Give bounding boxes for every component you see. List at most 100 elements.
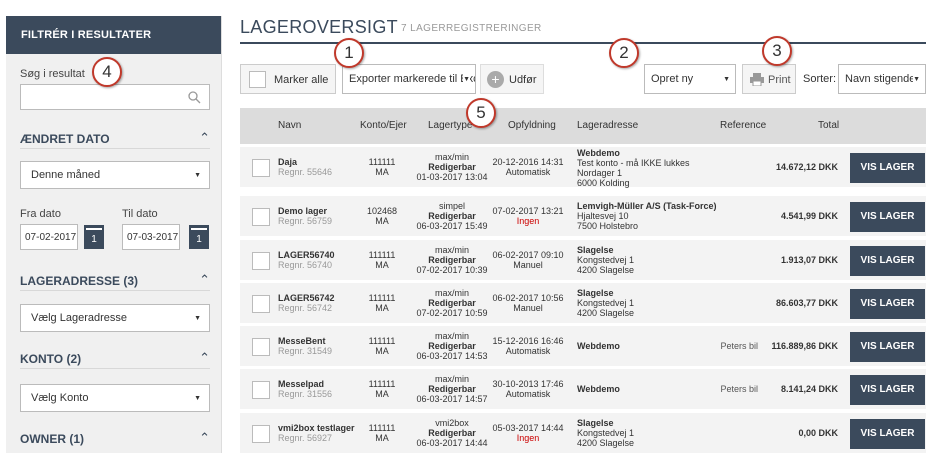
address-cell: Slagelse Kongstedvej 1 4200 Slagelse (577, 418, 717, 448)
address-line: Slagelse (577, 245, 614, 255)
address-cell: Lemvigh-Müller A/S (Task-Force) Hjaltesve… (577, 201, 717, 231)
from-date-input[interactable]: 07-02-2017 (20, 224, 78, 250)
create-new-select[interactable]: Opret ny ▼ (644, 64, 736, 94)
stock-name[interactable]: vmi2box testlager (278, 423, 355, 433)
total-cell: 4.541,99 DKK (780, 211, 838, 221)
address-line: Hjaltesvej 10 (577, 211, 629, 221)
name-cell: Demo lager Regnr. 56759 (278, 206, 332, 226)
caret-down-icon: ▼ (463, 65, 470, 93)
column-header[interactable]: Lageradresse (577, 120, 638, 131)
show-stock-button[interactable]: VIS LAGER (850, 375, 925, 405)
search-label: Søg i resultat (20, 68, 85, 80)
row-checkbox[interactable] (252, 338, 270, 356)
row-checkbox[interactable] (252, 425, 270, 443)
stock-name[interactable]: LAGER56742 (278, 293, 335, 303)
section-address[interactable]: LAGERADRESSE (3) ⌃ (20, 272, 210, 288)
show-stock-button[interactable]: VIS LAGER (850, 289, 925, 319)
reference-cell: Peters bil (720, 341, 758, 351)
address-line: 4200 Slagelse (577, 308, 635, 318)
execute-button[interactable]: + Udfør (480, 64, 544, 94)
column-header[interactable]: Lagertype (428, 120, 472, 131)
address-line: Nordager 1 (577, 168, 623, 178)
name-cell: MesseBent Regnr. 31549 (278, 336, 332, 356)
stock-name[interactable]: Daja (278, 157, 297, 167)
reg-number: Regnr. 56742 (278, 303, 333, 313)
annotation-marker: 2 (609, 38, 639, 68)
account-cell: 111111 MA (368, 250, 396, 270)
address-line: Test konto - må IKKE lukkes (577, 158, 690, 168)
name-cell: Messelpad Regnr. 31556 (278, 379, 332, 399)
type-cell: max/min Redigerbar 06-03-2017 14:53 (416, 331, 488, 361)
column-header[interactable]: Reference (720, 120, 766, 131)
row-checkbox[interactable] (252, 208, 270, 226)
type-cell: simpel Redigerbar 06-03-2017 15:49 (416, 201, 488, 231)
record-count: 7 LAGERREGISTRERINGER (401, 23, 542, 34)
sort-select[interactable]: Navn stigende ▼ (838, 64, 926, 94)
row-checkbox[interactable] (252, 295, 270, 313)
column-header[interactable]: Opfyldning (508, 120, 556, 131)
date-period-select[interactable]: Denne måned ▼ (20, 161, 210, 189)
divider (20, 368, 210, 369)
total-cell: 14.672,12 DKK (775, 162, 838, 172)
show-stock-button[interactable]: VIS LAGER (850, 202, 925, 232)
type-cell: max/min Redigerbar 07-02-2017 10:59 (416, 288, 488, 318)
fill-cell: 05-03-2017 14:44 Ingen (492, 423, 564, 443)
row-checkbox[interactable] (252, 159, 270, 177)
show-stock-button[interactable]: VIS LAGER (850, 153, 925, 183)
address-line: Slagelse (577, 288, 614, 298)
section-owner[interactable]: OWNER (1) ⌃ (20, 430, 210, 446)
table-row: Demo lager Regnr. 56759 102468 MA simpel Redi… (240, 196, 926, 236)
table-row: LAGER56740 Regnr. 56740 111111 MA max/min Red… (240, 240, 926, 280)
stock-name[interactable]: MesseBent (278, 336, 326, 346)
select-all-button[interactable]: Marker alle (240, 64, 336, 94)
table-row: Daja Regnr. 55646 111111 MA max/min Redigerba… (240, 147, 926, 188)
annotation-marker: 3 (762, 36, 792, 66)
stock-name[interactable]: Demo lager (278, 206, 327, 216)
search-icon[interactable] (188, 91, 201, 104)
address-line: Webdemo (577, 341, 620, 351)
annotation-marker: 4 (92, 57, 122, 87)
caret-down-icon: ▼ (913, 65, 920, 93)
chevron-up-icon[interactable]: ⌃ (199, 272, 210, 288)
account-select[interactable]: Vælg Konto ▼ (20, 384, 210, 412)
address-cell: Slagelse Kongstedvej 1 4200 Slagelse (577, 288, 717, 318)
type-cell: vmi2box Redigerbar 06-03-2017 14:44 (416, 418, 488, 448)
chevron-up-icon[interactable]: ⌃ (199, 350, 210, 366)
section-account[interactable]: KONTO (2) ⌃ (20, 350, 210, 366)
column-header[interactable]: Total (818, 120, 839, 131)
table-row: Messelpad Regnr. 31556 111111 MA max/min Redi… (240, 369, 926, 409)
reg-number: Regnr. 31549 (278, 346, 333, 356)
divider (20, 148, 210, 149)
calendar-icon[interactable]: 1 (189, 225, 209, 249)
type-cell: max/min Redigerbar 06-03-2017 14:57 (416, 374, 488, 404)
chevron-up-icon[interactable]: ⌃ (199, 430, 210, 446)
checkbox[interactable] (249, 71, 266, 88)
address-line: 4200 Slagelse (577, 265, 635, 275)
fill-cell: 20-12-2016 14:31 Automatisk (492, 157, 564, 177)
address-select[interactable]: Vælg Lageradresse ▼ (20, 304, 210, 332)
to-date-label: Til dato (122, 208, 158, 220)
stock-name[interactable]: Messelpad (278, 379, 324, 389)
row-checkbox[interactable] (252, 381, 270, 399)
fill-cell: 06-02-2017 09:10 Manuel (492, 250, 564, 270)
calendar-icon[interactable]: 1 (84, 225, 104, 249)
show-stock-button[interactable]: VIS LAGER (850, 246, 925, 276)
export-select[interactable]: Exporter markerede til Excel ▼ (342, 64, 476, 94)
column-header[interactable]: Navn (278, 120, 301, 131)
show-stock-button[interactable]: VIS LAGER (850, 419, 925, 449)
chevron-up-icon[interactable]: ⌃ (199, 130, 210, 146)
column-header[interactable]: Konto/Ejer (360, 120, 407, 131)
account-cell: 111111 MA (368, 423, 396, 443)
row-checkbox[interactable] (252, 252, 270, 270)
stock-name[interactable]: LAGER56740 (278, 250, 335, 260)
fill-cell: 06-02-2017 10:56 Manuel (492, 293, 564, 313)
print-button[interactable]: Print (742, 64, 796, 94)
to-date-input[interactable]: 07-03-2017 (122, 224, 180, 250)
caret-down-icon: ▼ (194, 395, 201, 402)
section-changed-date[interactable]: ÆNDRET DATO ⌃ (20, 130, 210, 146)
reg-number: Regnr. 56759 (278, 216, 333, 226)
fill-cell: 07-02-2017 13:21 Ingen (492, 206, 564, 226)
show-stock-button[interactable]: VIS LAGER (850, 332, 925, 362)
page-title: LAGEROVERSIGT (240, 17, 398, 37)
search-input[interactable] (20, 84, 210, 110)
